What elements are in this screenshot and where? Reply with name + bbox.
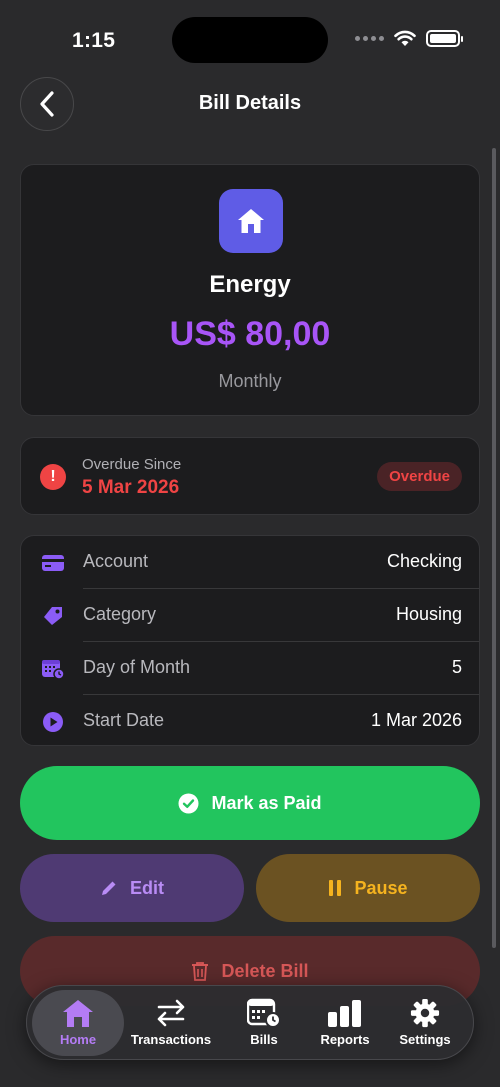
detail-label: Account [83, 551, 149, 571]
detail-row-account: Account Checking [21, 536, 479, 589]
tag-icon [41, 604, 65, 628]
delete-bill-label: Delete Bill [221, 960, 309, 981]
detail-row-day-of-month: Day of Month 5 [21, 642, 479, 695]
calendar-clock-icon [41, 657, 65, 681]
edit-button[interactable]: Edit [20, 854, 244, 922]
pause-icon [329, 880, 342, 896]
home-icon [63, 1000, 93, 1027]
bar-chart-icon [328, 1000, 361, 1027]
mark-as-paid-label: Mark as Paid [211, 792, 322, 813]
status-badge: Overdue [377, 462, 462, 491]
detail-value: 1 Mar 2026 [370, 710, 462, 730]
detail-label: Category [83, 604, 157, 624]
overdue-card: ! Overdue Since 5 Mar 2026 Overdue [20, 437, 480, 515]
tab-bills[interactable]: Bills [223, 990, 305, 1056]
pause-button[interactable]: Pause [256, 854, 480, 922]
overdue-date: 5 Mar 2026 [82, 477, 180, 498]
detail-value: Checking [386, 551, 462, 571]
detail-value: 5 [451, 657, 462, 677]
bill-amount: US$ 80,00 [169, 315, 331, 353]
status-time: 1:15 [72, 29, 116, 52]
trash-icon [192, 962, 209, 981]
arrows-swap-icon [157, 999, 185, 1027]
pencil-icon [102, 881, 116, 895]
bill-summary-card: Energy US$ 80,00 Monthly [20, 164, 480, 416]
tab-settings[interactable]: Settings [385, 990, 465, 1056]
tab-label: Home [59, 1032, 97, 1047]
tab-label: Bills [250, 1032, 278, 1047]
check-circle-icon [178, 793, 199, 813]
tab-label: Reports [320, 1032, 370, 1047]
wifi-icon [394, 30, 416, 46]
overdue-label: Overdue Since [82, 456, 182, 473]
bill-frequency: Monthly [218, 371, 282, 391]
status-indicators [355, 30, 463, 47]
mark-as-paid-button[interactable]: Mark as Paid [20, 766, 480, 840]
credit-card-icon [41, 551, 65, 575]
battery-icon [426, 30, 463, 47]
house-icon [219, 189, 283, 253]
tab-home[interactable]: Home [32, 990, 124, 1056]
detail-value: Housing [395, 604, 462, 624]
detail-row-category: Category Housing [21, 589, 479, 642]
page-title: Bill Details [198, 92, 302, 114]
tab-label: Settings [399, 1032, 451, 1047]
tab-bar: Home Transactions Bills Reports Settings [26, 985, 474, 1060]
detail-label: Start Date [83, 710, 165, 730]
edit-label: Edit [130, 877, 164, 898]
detail-label: Day of Month [83, 657, 191, 677]
pause-label: Pause [354, 877, 408, 898]
gear-icon [410, 998, 440, 1028]
tab-transactions[interactable]: Transactions [128, 990, 214, 1056]
tab-label: Transactions [130, 1032, 212, 1047]
bill-name: Energy [209, 271, 291, 298]
scrollbar[interactable] [492, 148, 496, 948]
status-bar: 1:15 [0, 0, 500, 70]
exclamation-circle-icon: ! [40, 464, 66, 490]
calendar-clock-icon [247, 998, 281, 1028]
bill-details-card: Account Checking Category Housing Day of… [20, 535, 480, 746]
play-circle-icon [41, 710, 65, 734]
cellular-signal-icon [355, 36, 384, 41]
dynamic-island [172, 17, 328, 63]
detail-row-start-date: Start Date 1 Mar 2026 [21, 695, 479, 748]
tab-reports[interactable]: Reports [305, 990, 385, 1056]
